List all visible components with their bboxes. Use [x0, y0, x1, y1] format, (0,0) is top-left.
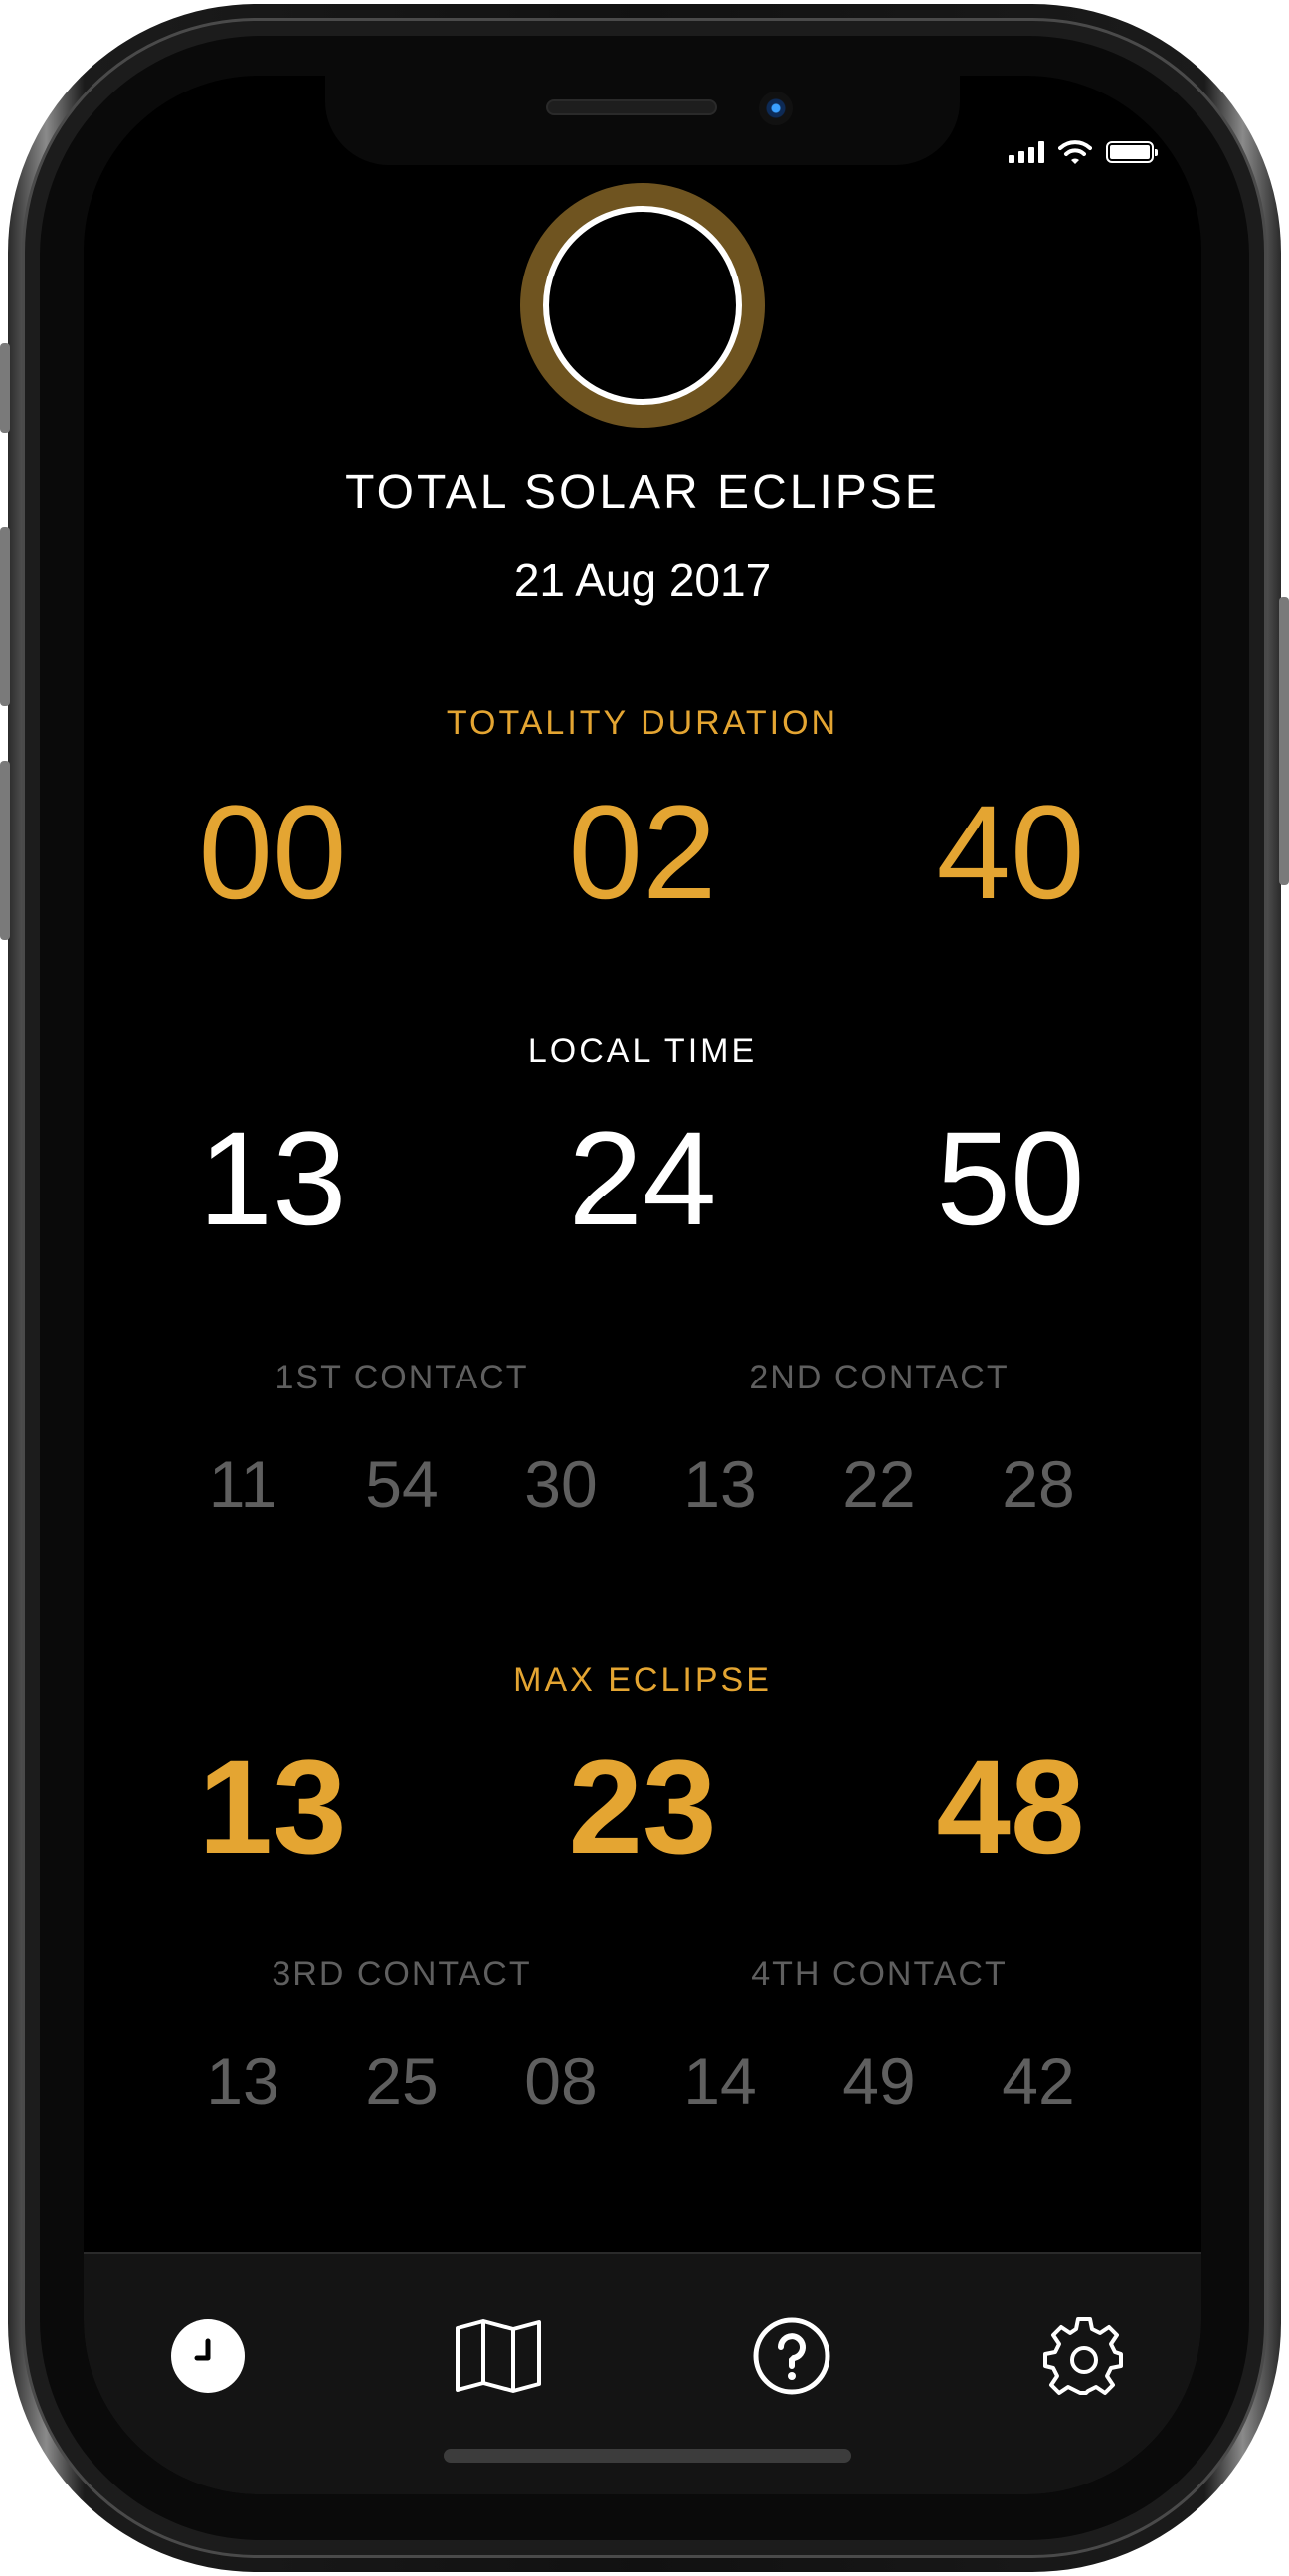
local-time-minutes: 24 — [568, 1105, 717, 1253]
fourth-contact-hours: 14 — [683, 2044, 757, 2117]
signal-bars-icon — [1009, 141, 1044, 163]
app-screen: TOTAL SOLAR ECLIPSE 21 Aug 2017 TOTALITY… — [84, 76, 1201, 2494]
tab-clock[interactable] — [163, 2311, 253, 2401]
local-time-seconds: 50 — [936, 1105, 1085, 1253]
notch — [325, 76, 960, 165]
event-title: TOTAL SOLAR ECLIPSE — [345, 466, 940, 519]
third-contact-seconds: 08 — [524, 2044, 598, 2117]
volume-down-button — [0, 761, 10, 940]
third-contact-label: 3RD CONTACT — [272, 1955, 532, 1993]
totality-duration-values: 00 02 40 — [84, 784, 1201, 923]
status-bar — [1009, 137, 1158, 167]
help-icon — [753, 2317, 830, 2395]
power-button — [1279, 597, 1289, 885]
battery-icon — [1106, 141, 1158, 163]
max-eclipse-label: MAX ECLIPSE — [513, 1661, 772, 1699]
tab-help[interactable] — [747, 2311, 836, 2401]
totality-seconds: 40 — [936, 779, 1085, 927]
moon-disc — [543, 206, 742, 405]
first-contact-minutes: 54 — [365, 1447, 439, 1521]
eclipse-icon — [520, 183, 765, 428]
second-contact-label: 2ND CONTACT — [749, 1359, 1010, 1396]
second-contact-seconds: 28 — [1002, 1447, 1075, 1521]
wifi-icon — [1058, 140, 1092, 164]
second-contact-minutes: 22 — [842, 1447, 916, 1521]
event-date: 21 Aug 2017 — [513, 554, 772, 606]
first-contact-hours: 11 — [208, 1447, 277, 1521]
max-eclipse-hours: 13 — [198, 1734, 347, 1882]
local-time-hours: 13 — [198, 1105, 347, 1253]
max-eclipse-seconds: 48 — [936, 1734, 1085, 1882]
second-contact-hours: 13 — [683, 1447, 757, 1521]
local-time-values: 13 24 50 — [84, 1110, 1201, 1249]
local-time-label: LOCAL TIME — [527, 1032, 758, 1070]
first-contact-seconds: 30 — [524, 1447, 598, 1521]
tab-settings[interactable] — [1039, 2311, 1129, 2401]
max-eclipse-minutes: 23 — [568, 1734, 717, 1882]
tab-bar — [84, 2252, 1201, 2494]
third-contact-hours: 13 — [206, 2044, 279, 2117]
clock-icon — [171, 2319, 245, 2393]
totality-duration-label: TOTALITY DURATION — [446, 704, 839, 742]
first-contact-label: 1ST CONTACT — [275, 1359, 529, 1396]
home-indicator[interactable] — [444, 2449, 851, 2463]
fourth-contact-label: 4TH CONTACT — [751, 1955, 1008, 1993]
volume-up-button — [0, 527, 10, 706]
tab-map[interactable] — [454, 2311, 543, 2401]
third-contact-minutes: 25 — [365, 2044, 439, 2117]
map-icon — [456, 2319, 541, 2393]
totality-minutes: 02 — [568, 779, 717, 927]
gear-icon — [1043, 2317, 1123, 2395]
fourth-contact-minutes: 49 — [842, 2044, 916, 2117]
max-eclipse-values: 13 23 48 — [84, 1739, 1201, 1878]
speaker-grille — [546, 99, 717, 115]
front-camera — [759, 92, 793, 125]
fourth-contact-seconds: 42 — [1002, 2044, 1075, 2117]
mute-switch — [0, 343, 10, 433]
totality-hours: 00 — [198, 779, 347, 927]
